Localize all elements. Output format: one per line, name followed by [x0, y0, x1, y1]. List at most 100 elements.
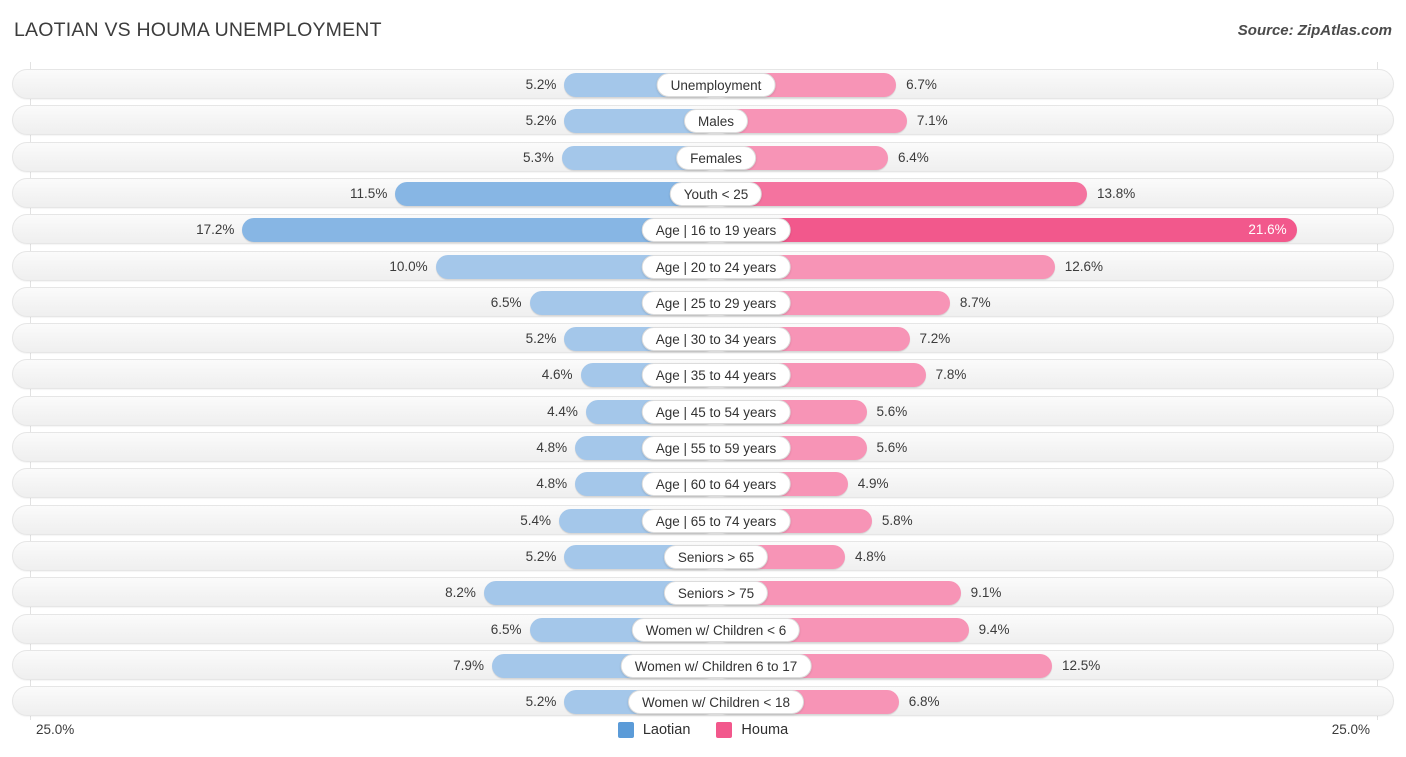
row-bars: 5.2% 4.8% Seniors > 65	[13, 542, 1393, 570]
table-row[interactable]: 11.5% 13.8% Youth < 25	[12, 177, 1394, 208]
value-label-laotian: 4.8%	[536, 476, 568, 492]
value-label-houma: 4.8%	[855, 548, 886, 564]
row-bars: 10.0% 12.6% Age | 20 to 24 years	[13, 252, 1393, 280]
value-label-laotian: 5.2%	[525, 331, 557, 347]
legend-item-houma[interactable]: Houma	[716, 722, 788, 738]
source-attribution: Source: ZipAtlas.com	[1237, 22, 1392, 39]
category-label[interactable]: Seniors > 65	[663, 544, 769, 569]
value-label-laotian: 8.2%	[445, 585, 476, 601]
value-label-laotian: 10.0%	[389, 258, 428, 274]
category-label[interactable]: Age | 35 to 44 years	[641, 363, 791, 388]
value-label-laotian: 11.5%	[350, 185, 388, 201]
row-bars: 4.8% 5.6% Age | 55 to 59 years	[13, 433, 1393, 461]
axis-label-right: 25.0%	[1331, 722, 1370, 737]
chart-rows: 5.2% 6.7% Unemployment 5.2% 7.1% Males 5.3% 6.4…	[0, 62, 1406, 717]
category-label[interactable]: Seniors > 75	[663, 581, 769, 606]
legend-swatch-icon	[617, 722, 634, 738]
value-label-houma: 8.7%	[959, 294, 991, 310]
value-label-houma: 9.1%	[970, 585, 1002, 601]
value-label-houma: 6.7%	[906, 77, 937, 92]
row-bars: 5.2% 7.2% Age | 30 to 34 years	[13, 324, 1393, 352]
legend-item-laotian[interactable]: Laotian	[617, 722, 691, 738]
category-label[interactable]: Age | 60 to 64 years	[641, 472, 791, 497]
value-label-houma: 13.8%	[1096, 185, 1136, 201]
table-row[interactable]: 10.0% 12.6% Age | 20 to 24 years	[12, 250, 1394, 281]
category-label[interactable]: Women w/ Children < 18	[628, 690, 804, 715]
value-label-houma: 7.8%	[935, 367, 967, 383]
table-row[interactable]: 4.6% 7.8% Age | 35 to 44 years	[12, 359, 1394, 390]
legend-swatch-icon	[716, 722, 733, 738]
category-label[interactable]: Age | 65 to 74 years	[641, 508, 791, 533]
value-label-laotian: 5.2%	[525, 77, 557, 92]
category-label[interactable]: Age | 20 to 24 years	[641, 254, 791, 279]
value-label-laotian: 7.9%	[453, 657, 484, 673]
category-label[interactable]: Age | 45 to 54 years	[641, 399, 791, 424]
value-label-houma: 12.5%	[1062, 657, 1101, 673]
value-label-houma: 21.6%	[1248, 222, 1287, 238]
category-label[interactable]: Age | 25 to 29 years	[641, 290, 791, 315]
value-label-laotian: 4.8%	[536, 440, 568, 455]
category-label[interactable]: Women w/ Children < 6	[631, 617, 801, 642]
table-row[interactable]: 5.2% 7.1% Males	[12, 105, 1394, 136]
row-bars: 4.4% 5.6% Age | 45 to 54 years	[13, 397, 1393, 425]
table-row[interactable]: 5.3% 6.4% Females	[12, 141, 1394, 172]
value-label-houma: 7.2%	[919, 331, 951, 347]
row-bars: 8.2% 9.1% Seniors > 75	[13, 578, 1393, 606]
value-label-houma: 6.8%	[908, 694, 940, 710]
bar-houma[interactable]	[716, 181, 1087, 206]
category-label[interactable]: Unemployment	[656, 73, 776, 97]
chart-plot-area: 5.2% 6.7% Unemployment 5.2% 7.1% Males 5.3% 6.4…	[0, 62, 1406, 720]
table-row[interactable]: 5.2% 6.8% Women w/ Children < 18	[12, 686, 1394, 717]
legend-label: Laotian	[642, 722, 691, 738]
category-label[interactable]: Age | 55 to 59 years	[641, 436, 791, 460]
table-row[interactable]: 5.2% 4.8% Seniors > 65	[12, 540, 1394, 571]
value-label-houma: 7.1%	[916, 113, 948, 129]
value-label-houma: 5.6%	[876, 440, 908, 455]
table-row[interactable]: 6.5% 9.4% Women w/ Children < 6	[12, 613, 1394, 644]
table-row[interactable]: 5.2% 7.2% Age | 30 to 34 years	[12, 323, 1394, 354]
category-label[interactable]: Females	[676, 145, 756, 170]
value-label-laotian: 4.6%	[541, 367, 573, 383]
value-label-houma: 5.8%	[881, 512, 913, 528]
table-row[interactable]: 4.8% 4.9% Age | 60 to 64 years	[12, 468, 1394, 499]
row-bars: 5.2% 6.8% Women w/ Children < 18	[13, 687, 1393, 715]
bar-laotian[interactable]	[395, 181, 716, 206]
table-row[interactable]: 5.4% 5.8% Age | 65 to 74 years	[12, 504, 1394, 535]
value-label-houma: 12.6%	[1064, 258, 1103, 274]
row-bars: 5.2% 6.7% Unemployment	[13, 70, 1393, 98]
value-label-laotian: 5.2%	[525, 113, 557, 129]
table-row[interactable]: 4.8% 5.6% Age | 55 to 59 years	[12, 432, 1394, 462]
row-bars: 7.9% 12.5% Women w/ Children 6 to 17	[13, 651, 1393, 679]
value-label-laotian: 5.2%	[525, 694, 557, 710]
table-row[interactable]: 8.2% 9.1% Seniors > 75	[12, 577, 1394, 608]
page-title: LAOTIAN VS HOUMA UNEMPLOYMENT	[14, 19, 382, 41]
category-label[interactable]: Women w/ Children 6 to 17	[620, 653, 812, 678]
row-bars: 4.8% 4.9% Age | 60 to 64 years	[13, 469, 1393, 497]
value-label-laotian: 5.3%	[522, 149, 554, 165]
table-row[interactable]: 7.9% 12.5% Women w/ Children 6 to 17	[12, 649, 1394, 680]
row-bars: 11.5% 13.8% Youth < 25	[13, 179, 1393, 207]
axis-label-left: 25.0%	[36, 722, 75, 737]
value-label-laotian: 4.4%	[547, 403, 578, 419]
category-label[interactable]: Males	[683, 109, 749, 134]
category-label[interactable]: Youth < 25	[669, 181, 763, 206]
value-label-laotian: 5.4%	[520, 512, 552, 528]
row-bars: 6.5% 9.4% Women w/ Children < 6	[13, 615, 1393, 643]
table-row[interactable]: 6.5% 8.7% Age | 25 to 29 years	[12, 286, 1394, 317]
table-row[interactable]: 5.2% 6.7% Unemployment	[12, 69, 1394, 99]
row-bars: 5.4% 5.8% Age | 65 to 74 years	[13, 506, 1393, 534]
row-bars: 5.2% 7.1% Males	[13, 106, 1393, 134]
row-bars: 17.2% 21.6% Age | 16 to 19 years	[13, 215, 1393, 243]
legend-label: Houma	[741, 722, 789, 738]
table-row[interactable]: 17.2% 21.6% Age | 16 to 19 years	[12, 214, 1394, 245]
row-bars: 6.5% 8.7% Age | 25 to 29 years	[13, 288, 1393, 316]
value-label-laotian: 5.2%	[525, 548, 557, 564]
value-label-houma: 5.6%	[876, 403, 908, 419]
category-label[interactable]: Age | 16 to 19 years	[641, 218, 791, 243]
table-row[interactable]: 4.4% 5.6% Age | 45 to 54 years	[12, 395, 1394, 426]
value-label-houma: 6.4%	[898, 149, 929, 165]
bar-houma[interactable]	[716, 218, 1297, 243]
chart-legend: Laotian Houma	[0, 722, 1406, 738]
chart-page: LAOTIAN VS HOUMA UNEMPLOYMENT Source: Zi…	[0, 0, 1406, 757]
category-label[interactable]: Age | 30 to 34 years	[641, 327, 791, 352]
